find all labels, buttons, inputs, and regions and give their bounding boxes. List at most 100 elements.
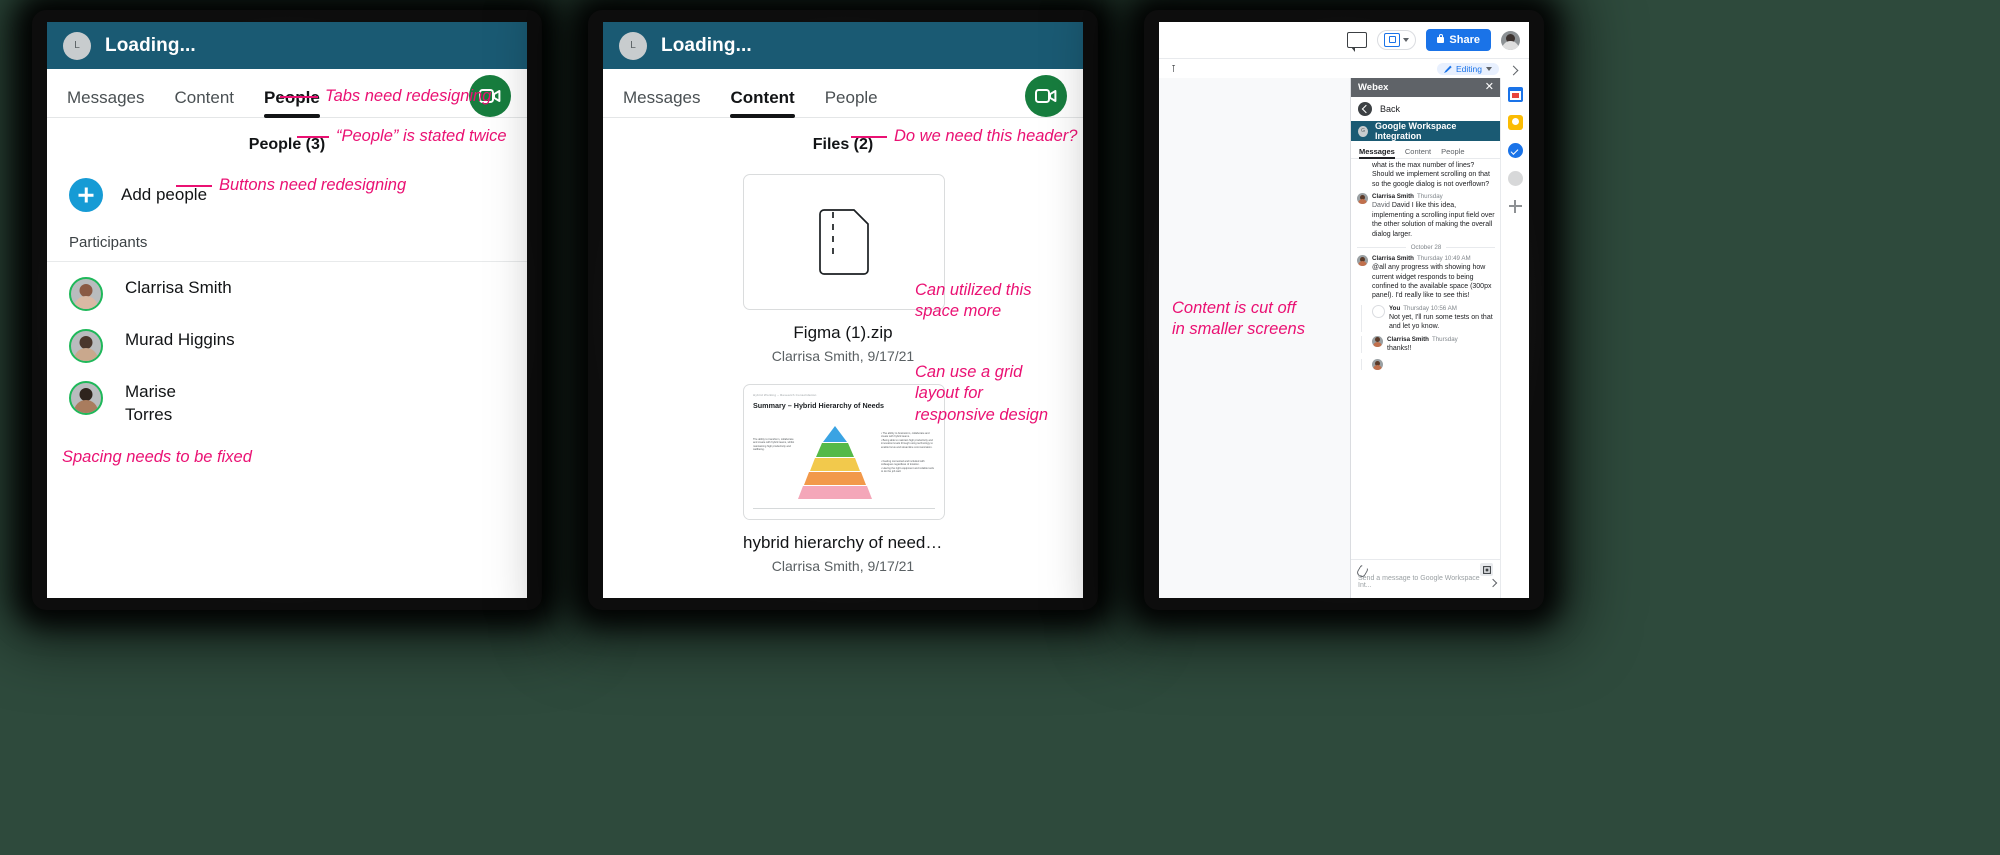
- message-text: Not yet, I'll run some tests on that and…: [1389, 313, 1493, 331]
- side-rail: [1500, 78, 1529, 598]
- annotation-leader-line: [280, 96, 318, 98]
- file-name: Figma (1).zip: [793, 323, 893, 342]
- editing-mode-selector[interactable]: Editing: [1437, 63, 1499, 75]
- keep-icon[interactable]: [1507, 115, 1523, 130]
- chevron-up-icon[interactable]: [1508, 65, 1519, 76]
- list-item[interactable]: Murad Higgins: [47, 320, 527, 372]
- message-time: Thursday 10:49 AM: [1416, 255, 1471, 263]
- calendar-icon[interactable]: [1507, 87, 1523, 102]
- share-label: Share: [1449, 34, 1480, 46]
- avatar: [1357, 193, 1368, 205]
- start-call-button[interactable]: [1025, 75, 1067, 117]
- annotation-cutoff: Content is cut off in smaller screens: [1172, 299, 1305, 339]
- slide-title: Summary – Hybrid Hierarchy of Needs: [753, 400, 885, 410]
- editing-mode-label: Editing: [1456, 64, 1482, 74]
- message-author: Clarrisa Smith: [1387, 335, 1429, 343]
- slide-preview: Hybrid Working – Research Consolidation …: [745, 385, 943, 519]
- annotation-header-need: Do we need this header?: [894, 127, 1078, 145]
- message-header: You Thursday 10:56 AM: [1389, 305, 1495, 312]
- message-header: Clarrisa Smith Thursday: [1387, 336, 1495, 343]
- tab-messages[interactable]: Messages: [67, 88, 144, 117]
- slide-right-blurb: • The ability to brainstorm, collaborate…: [881, 431, 933, 449]
- plus-icon[interactable]: [69, 178, 103, 212]
- space-title: Loading...: [105, 34, 196, 56]
- tab-bar: Messages Content People: [603, 69, 1083, 118]
- message-body: David I like this idea, implementing a s…: [1372, 202, 1495, 238]
- chevron-down-icon: [1403, 38, 1410, 42]
- webex-people-screen: L Loading... Messages Content People Peo…: [47, 22, 527, 598]
- space-banner: G Google Workspace Integration: [1351, 121, 1501, 141]
- chevron-right-icon[interactable]: [1488, 578, 1498, 588]
- participant-name: Clarrisa Smith: [125, 278, 232, 297]
- space-avatar: L: [619, 31, 647, 60]
- participant-name: Murad Higgins: [125, 330, 235, 349]
- message-list[interactable]: what is the max number of lines? Should …: [1351, 158, 1501, 560]
- mention: David: [1372, 202, 1390, 210]
- avatar[interactable]: [1501, 30, 1520, 50]
- file-meta: Clarrisa Smith, 9/17/21: [771, 348, 915, 364]
- zip-file-icon: [819, 209, 869, 275]
- tab-people[interactable]: People: [1441, 147, 1464, 158]
- comment-icon[interactable]: [1347, 32, 1368, 52]
- webex-tab-bar: Messages Content People: [1351, 141, 1501, 159]
- message-composer[interactable]: Send a message to Google Workspace Int..…: [1351, 559, 1501, 598]
- tab-people[interactable]: People: [825, 88, 878, 117]
- annotation-utilize-space: Can utilized this space more: [915, 281, 1032, 321]
- tab-messages[interactable]: Messages: [1359, 147, 1395, 159]
- slide-right-blurb-2: • Feeling connected and included with co…: [881, 459, 934, 474]
- annotation-grid-layout: Can use a grid layout for responsive des…: [915, 363, 1048, 424]
- close-icon[interactable]: ✕: [1485, 82, 1494, 93]
- file-card[interactable]: Figma (1).zip Clarrisa Smith, 9/17/21: [743, 174, 945, 364]
- list-item[interactable]: Marise Torres: [47, 372, 527, 436]
- tab-content[interactable]: Content: [1405, 147, 1431, 158]
- message-time: Thursday: [1416, 193, 1443, 201]
- avatar: [69, 277, 103, 311]
- list-item[interactable]: Clarrisa Smith: [47, 268, 527, 320]
- list-item: Clarrisa Smith Thursday thanks!!: [1361, 335, 1495, 354]
- docs-top-bar: Share: [1159, 22, 1529, 58]
- message-time: Thursday: [1431, 335, 1458, 343]
- add-on-icon[interactable]: [1508, 199, 1523, 214]
- slide-kicker: Hybrid Working – Research Consolidation: [753, 392, 817, 397]
- avatar: [69, 329, 103, 363]
- space-header: L Loading...: [603, 22, 1083, 69]
- tab-content[interactable]: Content: [730, 88, 795, 118]
- slide-left-blurb: The ability to transform, collaborate an…: [753, 437, 795, 452]
- avatar: [69, 381, 103, 415]
- pyramid-shape: [798, 425, 872, 499]
- message-author: Clarrisa Smith: [1372, 193, 1414, 201]
- message-text: thanks!!: [1387, 344, 1412, 352]
- meet-button[interactable]: [1377, 30, 1417, 50]
- message-text: @all any progress with showing how curre…: [1372, 264, 1492, 300]
- avatar: [1372, 359, 1383, 371]
- tab-messages[interactable]: Messages: [623, 88, 700, 117]
- avatar: [1357, 255, 1368, 267]
- space-name: Google Workspace Integration: [1375, 121, 1457, 141]
- space-title: Loading...: [661, 34, 752, 56]
- participants-label: Participants: [47, 222, 527, 262]
- back-label: Back: [1380, 104, 1401, 114]
- tasks-icon[interactable]: [1507, 143, 1523, 158]
- text-cursor-icon: ⊺: [1171, 63, 1177, 75]
- tab-content[interactable]: Content: [174, 88, 234, 117]
- annotation-people-twice: “People” is stated twice: [336, 127, 507, 145]
- file-meta: Clarrisa Smith, 9/17/21: [771, 558, 915, 574]
- contacts-icon[interactable]: [1507, 171, 1523, 186]
- meet-camera-icon: [1384, 33, 1401, 47]
- message-input[interactable]: Send a message to Google Workspace Int..…: [1358, 575, 1483, 589]
- space-header: L Loading...: [47, 22, 527, 69]
- back-row[interactable]: Back: [1351, 97, 1501, 121]
- space-avatar: G: [1358, 125, 1369, 137]
- tab-people[interactable]: People: [264, 88, 320, 118]
- day-separator: October 28: [1357, 244, 1495, 251]
- share-button[interactable]: Share: [1426, 29, 1491, 51]
- video-camera-icon: [1035, 89, 1057, 103]
- list-item: You Thursday 10:56 AM Not yet, I'll run s…: [1361, 304, 1495, 332]
- chevron-down-icon: [1486, 67, 1492, 71]
- space-avatar: L: [63, 31, 91, 60]
- message-header: Clarrisa Smith Thursday: [1372, 193, 1495, 200]
- file-card[interactable]: Hybrid Working – Research Consolidation …: [743, 384, 945, 574]
- message-text: what is the max number of lines? Should …: [1372, 162, 1490, 188]
- message-author: Clarrisa Smith: [1372, 255, 1414, 263]
- webex-side-panel: Webex ✕ Back G Google Workspace Integrat…: [1350, 78, 1501, 598]
